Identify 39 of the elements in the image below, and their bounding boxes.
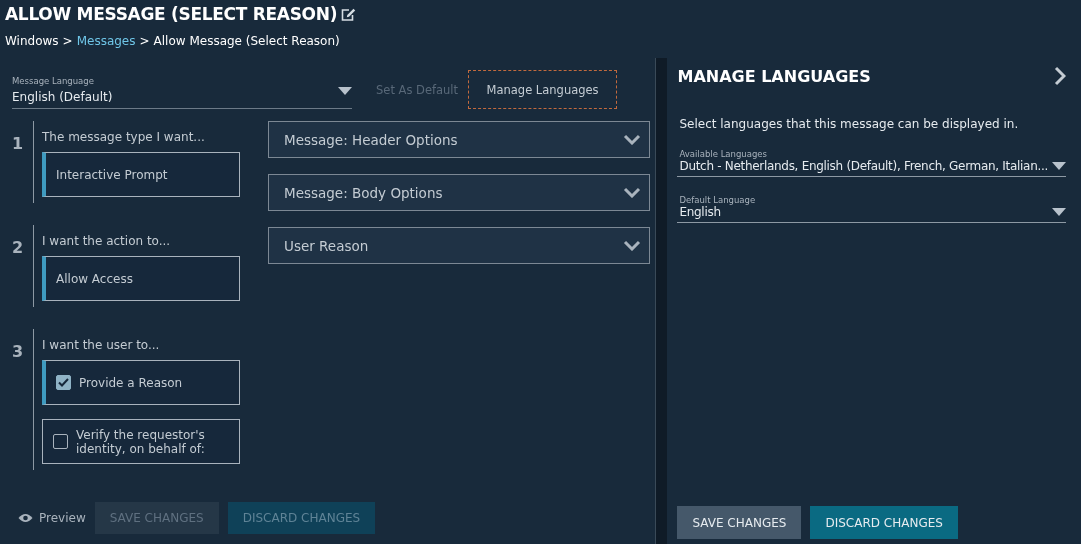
option-card[interactable]: Verify the requestor's identity, on behalf of:: [42, 419, 240, 464]
discard-changes-button[interactable]: DISCARD CHANGES: [810, 506, 958, 539]
step-number: 2: [12, 237, 25, 259]
panel-title: MANAGE LANGUAGES: [677, 66, 871, 86]
eye-icon: [18, 513, 33, 523]
language-select[interactable]: Available Languages Dutch - Netherlands, English (Default), French, German, Italian...: [677, 149, 1066, 177]
edit-icon[interactable]: [341, 7, 357, 21]
page-title: ALLOW MESSAGE (SELECT REASON): [5, 4, 338, 24]
checkbox[interactable]: [56, 375, 71, 390]
breadcrumb-link[interactable]: Messages: [76, 34, 136, 48]
options-dropdown[interactable]: Message: Body Options: [268, 174, 651, 211]
options-dropdown[interactable]: User Reason: [268, 227, 651, 264]
step-prompt: I want the action to...: [42, 234, 172, 248]
step-prompt: The message type I want...: [42, 130, 206, 144]
option-card[interactable]: Allow Access: [42, 256, 240, 301]
dropdown-arrow-icon: [338, 86, 352, 95]
language-select[interactable]: Default Language English: [677, 195, 1066, 223]
step-number: 1: [12, 133, 25, 155]
chevron-down-icon: [623, 134, 642, 145]
language-select[interactable]: Message Language English (Default): [12, 76, 352, 109]
chevron-down-icon: [623, 240, 642, 251]
options-dropdown[interactable]: Message: Header Options: [268, 121, 651, 158]
preview-button[interactable]: Preview: [18, 511, 86, 525]
step-number: 3: [12, 341, 25, 363]
dropdown-arrow-icon: [1052, 162, 1066, 170]
panel-description: Select languages that this message can be displayed in.: [679, 117, 1020, 131]
breadcrumb-item: >: [139, 34, 150, 48]
breadcrumb-item: Allow Message (Select Reason): [153, 34, 340, 48]
chevron-right-icon[interactable]: [1054, 66, 1066, 86]
chevron-down-icon: [623, 187, 642, 198]
breadcrumb-item: Windows: [5, 34, 59, 48]
breadcrumb-item: >: [62, 34, 73, 48]
option-card[interactable]: Provide a Reason: [42, 360, 240, 405]
checkbox[interactable]: [53, 434, 68, 449]
save-changes-button[interactable]: SAVE CHANGES: [677, 506, 802, 539]
manage-languages-button[interactable]: Manage Languages: [468, 70, 618, 109]
step-prompt: I want the user to...: [42, 338, 161, 352]
option-card[interactable]: Interactive Prompt: [42, 152, 240, 197]
dropdown-arrow-icon: [1052, 208, 1066, 216]
